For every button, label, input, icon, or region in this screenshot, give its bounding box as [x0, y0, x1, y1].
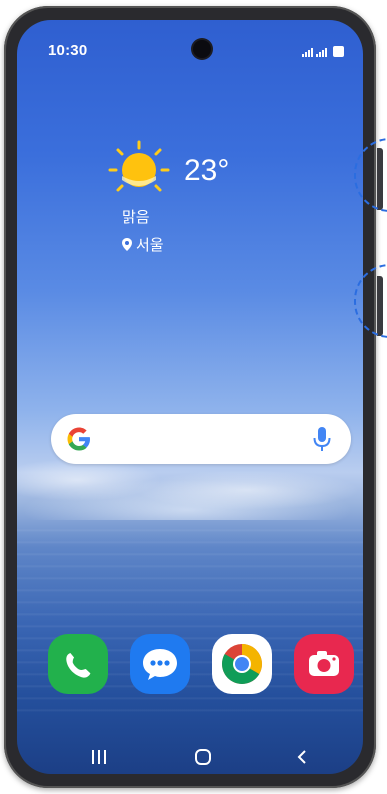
navigation-bar	[17, 736, 363, 774]
front-camera	[193, 40, 211, 58]
temperature: 23°	[184, 154, 230, 187]
signal-icon-2	[316, 48, 327, 57]
phone-frame: 10:30 23° 맑음 서울	[4, 6, 383, 788]
battery-icon	[333, 46, 344, 57]
home-button[interactable]	[188, 742, 218, 772]
mic-icon[interactable]	[311, 425, 333, 453]
recents-button[interactable]	[84, 742, 114, 772]
home-screen: 10:30 23° 맑음 서울	[17, 20, 363, 774]
status-time: 10:30	[48, 42, 88, 59]
signal-icon	[302, 48, 313, 57]
chrome-app[interactable]	[212, 634, 272, 694]
recents-icon	[92, 750, 106, 764]
back-icon	[297, 750, 306, 764]
weather-widget[interactable]: 23° 맑음 서울	[104, 134, 264, 264]
chrome-icon	[222, 644, 262, 684]
phone-app[interactable]	[48, 634, 108, 694]
google-search-bar[interactable]	[51, 414, 351, 464]
back-button[interactable]	[287, 742, 317, 772]
messages-app[interactable]	[130, 634, 190, 694]
home-icon	[195, 749, 211, 765]
app-dock	[17, 634, 363, 698]
camera-icon	[309, 651, 339, 676]
camera-app[interactable]	[294, 634, 354, 694]
phone-handset-icon	[66, 652, 91, 678]
weather-condition: 맑음	[122, 209, 150, 226]
status-icons	[302, 46, 344, 57]
location-label: 서울	[136, 237, 164, 254]
weather-location: 서울	[122, 234, 164, 255]
google-g-icon	[67, 427, 90, 451]
sun-icon	[108, 140, 170, 192]
chat-bubble-icon	[143, 649, 177, 680]
location-pin-icon	[122, 238, 132, 251]
